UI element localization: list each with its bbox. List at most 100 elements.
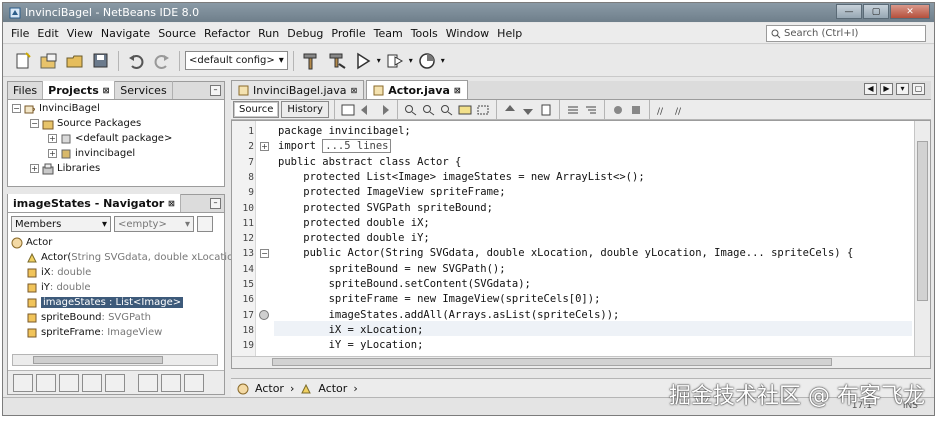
code-line[interactable]: spriteBound.setContent(SVGdata);: [278, 277, 531, 292]
member-spriteframe[interactable]: spriteFrame : ImageView: [26, 325, 162, 340]
run-dropdown-icon[interactable]: ▾: [377, 56, 381, 65]
show-static-icon[interactable]: [59, 373, 79, 392]
show-fields-icon[interactable]: [36, 373, 56, 392]
member-constructor[interactable]: Actor(String SVGdata, double xLocation, …: [26, 250, 258, 265]
tab-actor-java[interactable]: Actor.java ⊠: [366, 80, 468, 99]
menu-profile[interactable]: Profile: [327, 27, 369, 40]
save-all-icon[interactable]: [89, 49, 113, 73]
last-edit-icon[interactable]: [340, 103, 356, 117]
profile-icon[interactable]: [415, 49, 439, 73]
tab-projects[interactable]: Projects ⊠: [43, 81, 116, 99]
tree-item-source-packages[interactable]: − Source Packages: [30, 116, 141, 131]
history-button[interactable]: History: [281, 101, 329, 118]
stop-macro-icon[interactable]: [628, 103, 644, 117]
maximize-button[interactable]: ▢: [863, 4, 889, 19]
code-line[interactable]: protected ImageView spriteFrame;: [278, 185, 505, 200]
menu-source[interactable]: Source: [154, 27, 200, 40]
menu-file[interactable]: File: [7, 27, 33, 40]
close-icon[interactable]: ⊠: [454, 86, 461, 95]
comment-icon[interactable]: //: [655, 103, 671, 117]
menu-tools[interactable]: Tools: [407, 27, 442, 40]
debug-icon[interactable]: [383, 49, 407, 73]
clean-build-icon[interactable]: [325, 49, 349, 73]
menu-edit[interactable]: Edit: [33, 27, 62, 40]
tab-invincibagel-java[interactable]: InvinciBagel.java ⊠: [231, 80, 365, 99]
expand-icon[interactable]: +: [48, 134, 57, 143]
show-innerclasses-icon[interactable]: [105, 373, 125, 392]
collapse-icon[interactable]: −: [30, 119, 39, 128]
expand-icon[interactable]: +: [48, 149, 57, 158]
search-input[interactable]: Search (Ctrl+I): [784, 28, 858, 39]
tree-item-actor-class[interactable]: Actor: [11, 235, 52, 250]
sort-by-name-icon[interactable]: [138, 373, 158, 392]
tree-item-invincibagel[interactable]: − InvinciBagel: [12, 101, 100, 116]
tab-navigator[interactable]: imageStates - Navigator ⊠: [8, 194, 181, 212]
config-dropdown[interactable]: <default config> ▾: [185, 51, 288, 70]
toggle-highlight-icon[interactable]: [457, 103, 473, 117]
toggle-bookmark-icon[interactable]: [538, 103, 554, 117]
close-icon[interactable]: ⊠: [168, 199, 175, 208]
editor-vscroll[interactable]: [914, 121, 930, 368]
collapse-fold-icon[interactable]: −: [260, 249, 269, 259]
code-line[interactable]: protected double iX;: [278, 216, 429, 231]
menu-run[interactable]: Run: [254, 27, 283, 40]
show-inherited-icon[interactable]: [13, 373, 33, 392]
menu-refactor[interactable]: Refactor: [200, 27, 254, 40]
tree-item-libraries[interactable]: + Libraries: [30, 161, 100, 176]
code-line[interactable]: public abstract class Actor {: [278, 155, 461, 170]
find-next-icon[interactable]: [421, 103, 437, 117]
redo-icon[interactable]: [150, 49, 174, 73]
code-line[interactable]: protected SVGPath spriteBound;: [278, 201, 493, 216]
show-nonpublic-icon[interactable]: [82, 373, 102, 392]
lightbulb-hint-icon[interactable]: [259, 309, 269, 320]
sort-by-source-icon[interactable]: [161, 373, 181, 392]
previous-bookmark-icon[interactable]: [502, 103, 518, 117]
menu-team[interactable]: Team: [370, 27, 407, 40]
maximize-editor-icon[interactable]: ▢: [912, 83, 925, 95]
back-icon[interactable]: [358, 103, 374, 117]
menu-help[interactable]: Help: [493, 27, 526, 40]
member-iy[interactable]: iY : double: [26, 280, 91, 295]
expand-fold-icon[interactable]: +: [260, 142, 269, 152]
find-selection-icon[interactable]: [439, 103, 455, 117]
scroll-thumb[interactable]: [917, 141, 928, 301]
new-file-icon[interactable]: [11, 49, 35, 73]
member-spritebound[interactable]: spriteBound : SVGPath: [26, 310, 151, 325]
run-icon[interactable]: [351, 49, 375, 73]
menu-window[interactable]: Window: [442, 27, 493, 40]
start-macro-icon[interactable]: [610, 103, 626, 117]
show-javadoc-icon[interactable]: [184, 373, 204, 392]
new-project-icon[interactable]: [37, 49, 61, 73]
members-dropdown[interactable]: Members ▾: [11, 216, 111, 232]
code-line[interactable]: iY = yLocation;: [278, 338, 424, 353]
code-line[interactable]: imageStates.addAll(Arrays.asList(spriteC…: [278, 308, 620, 323]
member-imagestates[interactable]: imageStates : List<Image>: [26, 295, 184, 310]
code-line[interactable]: protected double iY;: [278, 231, 429, 246]
code-line[interactable]: iX = xLocation;: [278, 323, 424, 338]
collapse-icon[interactable]: −: [12, 104, 21, 113]
debug-dropdown-icon[interactable]: ▾: [409, 56, 413, 65]
code-line[interactable]: package invincibagel;: [278, 124, 411, 139]
member-ix[interactable]: iX : double: [26, 265, 91, 280]
menu-view[interactable]: View: [63, 27, 97, 40]
minimize-panel-button[interactable]: –: [210, 198, 221, 209]
scroll-right-icon[interactable]: ▶: [880, 83, 893, 95]
menu-debug[interactable]: Debug: [283, 27, 327, 40]
code-line[interactable]: import ...5 lines: [278, 139, 392, 154]
filter-icon[interactable]: [197, 216, 213, 232]
expand-icon[interactable]: +: [30, 164, 39, 173]
menu-navigate[interactable]: Navigate: [97, 27, 154, 40]
undo-icon[interactable]: [124, 49, 148, 73]
close-button[interactable]: ✕: [890, 4, 930, 19]
breadcrumb-item[interactable]: Actor: [318, 382, 347, 395]
build-hammer-icon[interactable]: [299, 49, 323, 73]
shift-right-icon[interactable]: [583, 103, 599, 117]
code-editor[interactable]: 127891011121314151617181920 +− package i…: [231, 120, 931, 369]
minimize-panel-button[interactable]: –: [210, 85, 221, 96]
tab-files[interactable]: Files: [8, 81, 44, 99]
search-box[interactable]: Search (Ctrl+I): [766, 25, 926, 42]
show-documents-icon[interactable]: ▾: [896, 83, 909, 95]
code-line[interactable]: spriteFrame = new ImageView(spriteCels[0…: [278, 292, 601, 307]
profile-dropdown-icon[interactable]: ▾: [441, 56, 445, 65]
scroll-left-icon[interactable]: ◀: [864, 83, 877, 95]
